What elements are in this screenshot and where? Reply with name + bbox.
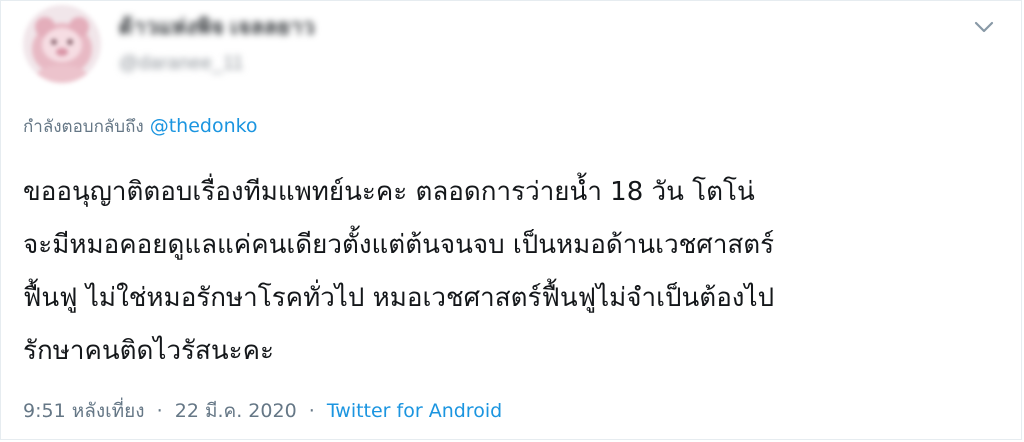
avatar[interactable] [23, 5, 101, 83]
tweet-card: ด้าวแห่งพิจ เจลลยาว @daranee_11 กำลังตอบ… [0, 0, 1022, 440]
tweet-text: ขออนุญาติตอบเรื่องทีมแพทย์นะคะ ตลอดการว่… [23, 166, 1008, 378]
tweet-text-line: รักษาคนติดไวรัสนะคะ [23, 336, 274, 366]
tweet-time[interactable]: 9:51 หลังเที่ยง [23, 400, 145, 422]
author-block[interactable]: ด้าวแห่งพิจ เจลลยาว @daranee_11 [119, 15, 315, 77]
reply-prefix: กำลังตอบกลับถึง [23, 117, 144, 137]
meta-separator: · [308, 400, 315, 422]
meta-separator: · [156, 400, 163, 422]
reply-mention-link[interactable]: @thedonko [150, 115, 258, 137]
reply-context: กำลังตอบกลับถึง @thedonko [23, 113, 258, 140]
chevron-down-icon[interactable] [973, 19, 995, 35]
tweet-source-link[interactable]: Twitter for Android [327, 400, 502, 422]
author-handle[interactable]: @daranee_11 [119, 51, 315, 77]
tweet-text-line: จะมีหมอคอยดูแลแค่คนเดียวตั้งแต่ต้นจนจบ เ… [23, 230, 775, 260]
author-display-name[interactable]: ด้าวแห่งพิจ เจลลยาว [119, 15, 315, 41]
avatar-image [23, 5, 101, 83]
tweet-text-line: ขออนุญาติตอบเรื่องทีมแพทย์นะคะ ตลอดการว่… [23, 177, 755, 207]
tweet-text-line: ฟื้นฟู ไม่ใช่หมอรักษาโรคทั่วไป หมอเวชศาส… [23, 283, 775, 313]
tweet-metadata: 9:51 หลังเที่ยง · 22 มี.ค. 2020 · Twitte… [23, 397, 502, 425]
tweet-date[interactable]: 22 มี.ค. 2020 [175, 400, 297, 422]
